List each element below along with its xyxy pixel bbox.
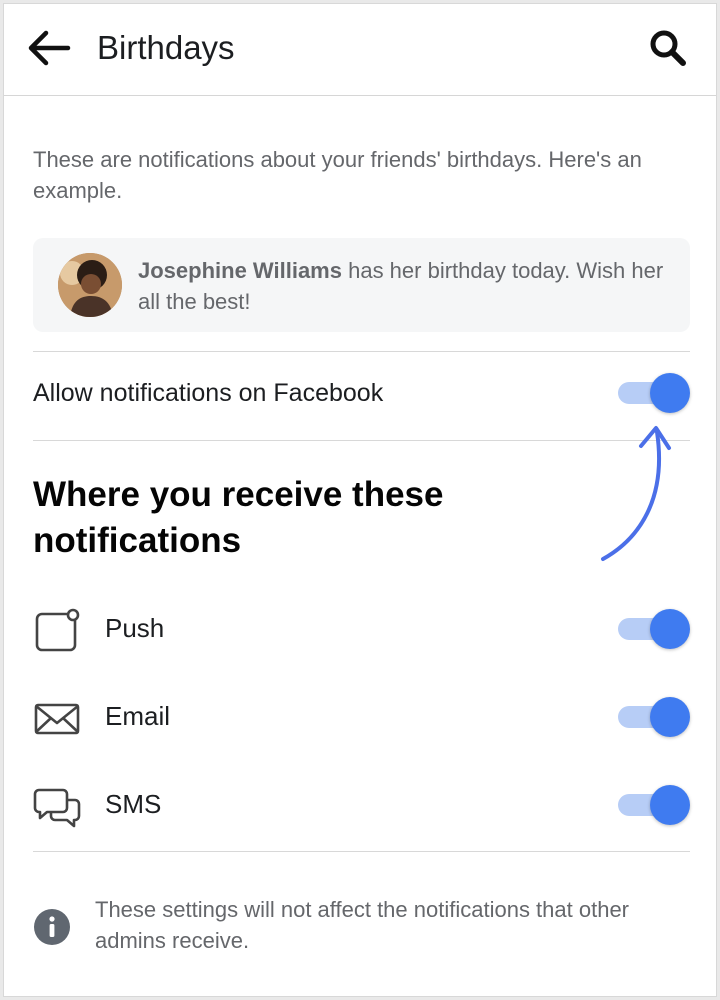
friend-name: Josephine Williams: [138, 258, 342, 283]
divider: [33, 851, 690, 852]
footer-text: These settings will not affect the notif…: [95, 897, 630, 953]
push-toggle[interactable]: [618, 608, 690, 650]
top-bar: Birthdays: [4, 4, 716, 96]
section-heading: Where you receive these notifications: [33, 475, 444, 560]
channel-row-email: Email: [33, 692, 690, 742]
settings-screen: Birthdays These are notifications about …: [3, 3, 717, 997]
channel-row-push: Push: [33, 604, 690, 654]
channel-label-push: Push: [105, 613, 165, 643]
annotation-arrow-icon: [601, 426, 671, 561]
email-toggle[interactable]: [618, 696, 690, 738]
push-device-icon: [35, 608, 80, 652]
allow-notifications-toggle[interactable]: [618, 372, 690, 414]
example-notification-text: Josephine Williams has her birthday toda…: [138, 255, 678, 317]
back-button[interactable]: [24, 26, 72, 70]
sms-toggle[interactable]: [618, 784, 690, 826]
channel-label-sms: SMS: [105, 789, 162, 819]
intro-text: These are notifications about your frien…: [33, 147, 642, 203]
toggle-knob: [650, 697, 690, 737]
envelope-icon: [34, 703, 80, 735]
footer-note: These settings will not affect the notif…: [33, 894, 690, 964]
toggle-knob: [650, 785, 690, 825]
avatar: [58, 253, 122, 317]
info-icon: [34, 909, 70, 945]
chat-bubbles-icon: [33, 788, 81, 828]
arrow-left-icon: [28, 30, 71, 66]
toggle-knob: [650, 373, 690, 413]
toggle-knob: [650, 609, 690, 649]
search-button[interactable]: [648, 28, 688, 68]
allow-notifications-label: Allow notifications on Facebook: [33, 379, 384, 407]
divider: [33, 351, 690, 352]
page-title: Birthdays: [97, 29, 235, 66]
example-notification-card: Josephine Williams has her birthday toda…: [33, 238, 690, 332]
channel-label-email: Email: [105, 701, 171, 731]
channel-row-sms: SMS: [33, 780, 690, 830]
search-icon: [650, 30, 686, 66]
